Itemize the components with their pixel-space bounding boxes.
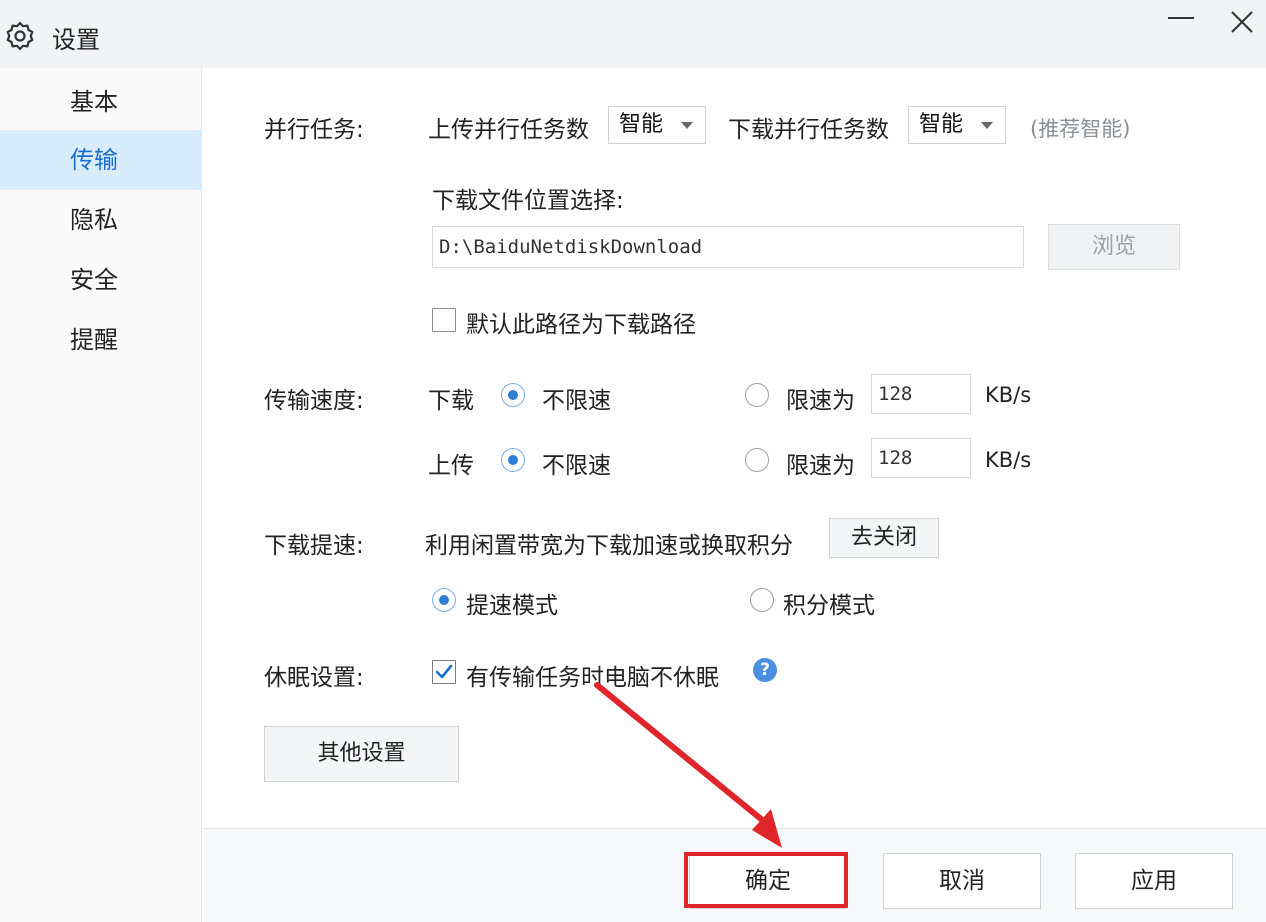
title-bar: 设置: [0, 0, 1266, 68]
points-mode-label: 积分模式: [783, 593, 875, 619]
upload-parallel-value: 智能: [619, 112, 664, 137]
default-path-label: 默认此路径为下载路径: [466, 312, 696, 338]
download-unlimited-label: 不限速: [542, 388, 611, 414]
apply-button[interactable]: 应用: [1075, 853, 1233, 909]
close-icon[interactable]: [1228, 8, 1258, 38]
upload-unlimited-label: 不限速: [542, 453, 611, 479]
download-limit-input[interactable]: 128: [871, 374, 971, 414]
upload-limit-input[interactable]: 128: [871, 438, 971, 478]
sidebar-item-reminder[interactable]: 提醒: [0, 310, 202, 370]
upload-parallel-label: 上传并行任务数: [428, 117, 589, 143]
sidebar-item-transfer[interactable]: 传输: [0, 130, 202, 190]
upload-limit-label: 限速为: [786, 453, 855, 479]
download-parallel-label: 下载并行任务数: [728, 117, 889, 143]
sidebar: 基本 传输 隐私 安全 提醒: [0, 68, 202, 922]
upload-unlimited-radio[interactable]: [501, 448, 525, 472]
no-sleep-label: 有传输任务时电脑不休眠: [466, 665, 719, 691]
no-sleep-checkbox[interactable]: [432, 660, 456, 684]
window-title: 设置: [52, 26, 100, 54]
transfer-settings-panel: 并行任务: 上传并行任务数 智能 下载并行任务数 智能 (推荐智能) 下载文件位…: [203, 68, 1266, 828]
minimize-icon[interactable]: [1166, 8, 1196, 38]
chevron-down-icon: [681, 122, 693, 129]
parallel-tasks-label: 并行任务:: [264, 117, 364, 143]
gear-icon: [6, 21, 34, 51]
settings-window: 设置 基本 传输 隐私 安全 提醒 并行任务: 上传并行任务数 智能 下载并行任…: [0, 0, 1266, 922]
checkmark-icon: [435, 664, 453, 679]
chevron-down-icon: [981, 122, 993, 129]
download-parallel-value: 智能: [919, 112, 964, 137]
sidebar-item-basic[interactable]: 基本: [0, 72, 202, 132]
download-limit-label: 限速为: [786, 388, 855, 414]
sidebar-item-security[interactable]: 安全: [0, 250, 202, 310]
speed-mode-radio[interactable]: [432, 588, 456, 612]
download-parallel-select[interactable]: 智能: [908, 106, 1006, 144]
ok-highlight-box: [684, 852, 848, 908]
parallel-hint: (推荐智能): [1030, 117, 1131, 141]
download-location-label: 下载文件位置选择:: [432, 188, 624, 214]
help-icon[interactable]: ?: [753, 658, 777, 682]
speed-mode-label: 提速模式: [466, 593, 558, 619]
download-direction-label: 下载: [428, 388, 474, 414]
download-unlimited-radio[interactable]: [501, 383, 525, 407]
transfer-speed-label: 传输速度:: [264, 388, 364, 414]
upload-parallel-select[interactable]: 智能: [608, 106, 706, 144]
other-settings-button[interactable]: 其他设置: [264, 726, 459, 782]
upload-direction-label: 上传: [428, 453, 474, 479]
download-path-field[interactable]: D:\BaiduNetdiskDownload: [432, 226, 1024, 268]
download-limit-radio[interactable]: [745, 383, 769, 407]
boost-description: 利用闲置带宽为下载加速或换取积分: [425, 533, 793, 559]
cancel-button[interactable]: 取消: [883, 853, 1041, 909]
download-boost-label: 下载提速:: [264, 533, 364, 559]
upload-limit-radio[interactable]: [745, 448, 769, 472]
browse-button[interactable]: 浏览: [1048, 224, 1180, 270]
download-unit: KB/s: [985, 383, 1032, 407]
sidebar-item-privacy[interactable]: 隐私: [0, 190, 202, 250]
default-path-checkbox[interactable]: [432, 308, 456, 332]
upload-unit: KB/s: [985, 448, 1032, 472]
boost-close-button[interactable]: 去关闭: [829, 518, 939, 558]
sleep-settings-label: 休眠设置:: [264, 665, 364, 691]
points-mode-radio[interactable]: [750, 588, 774, 612]
